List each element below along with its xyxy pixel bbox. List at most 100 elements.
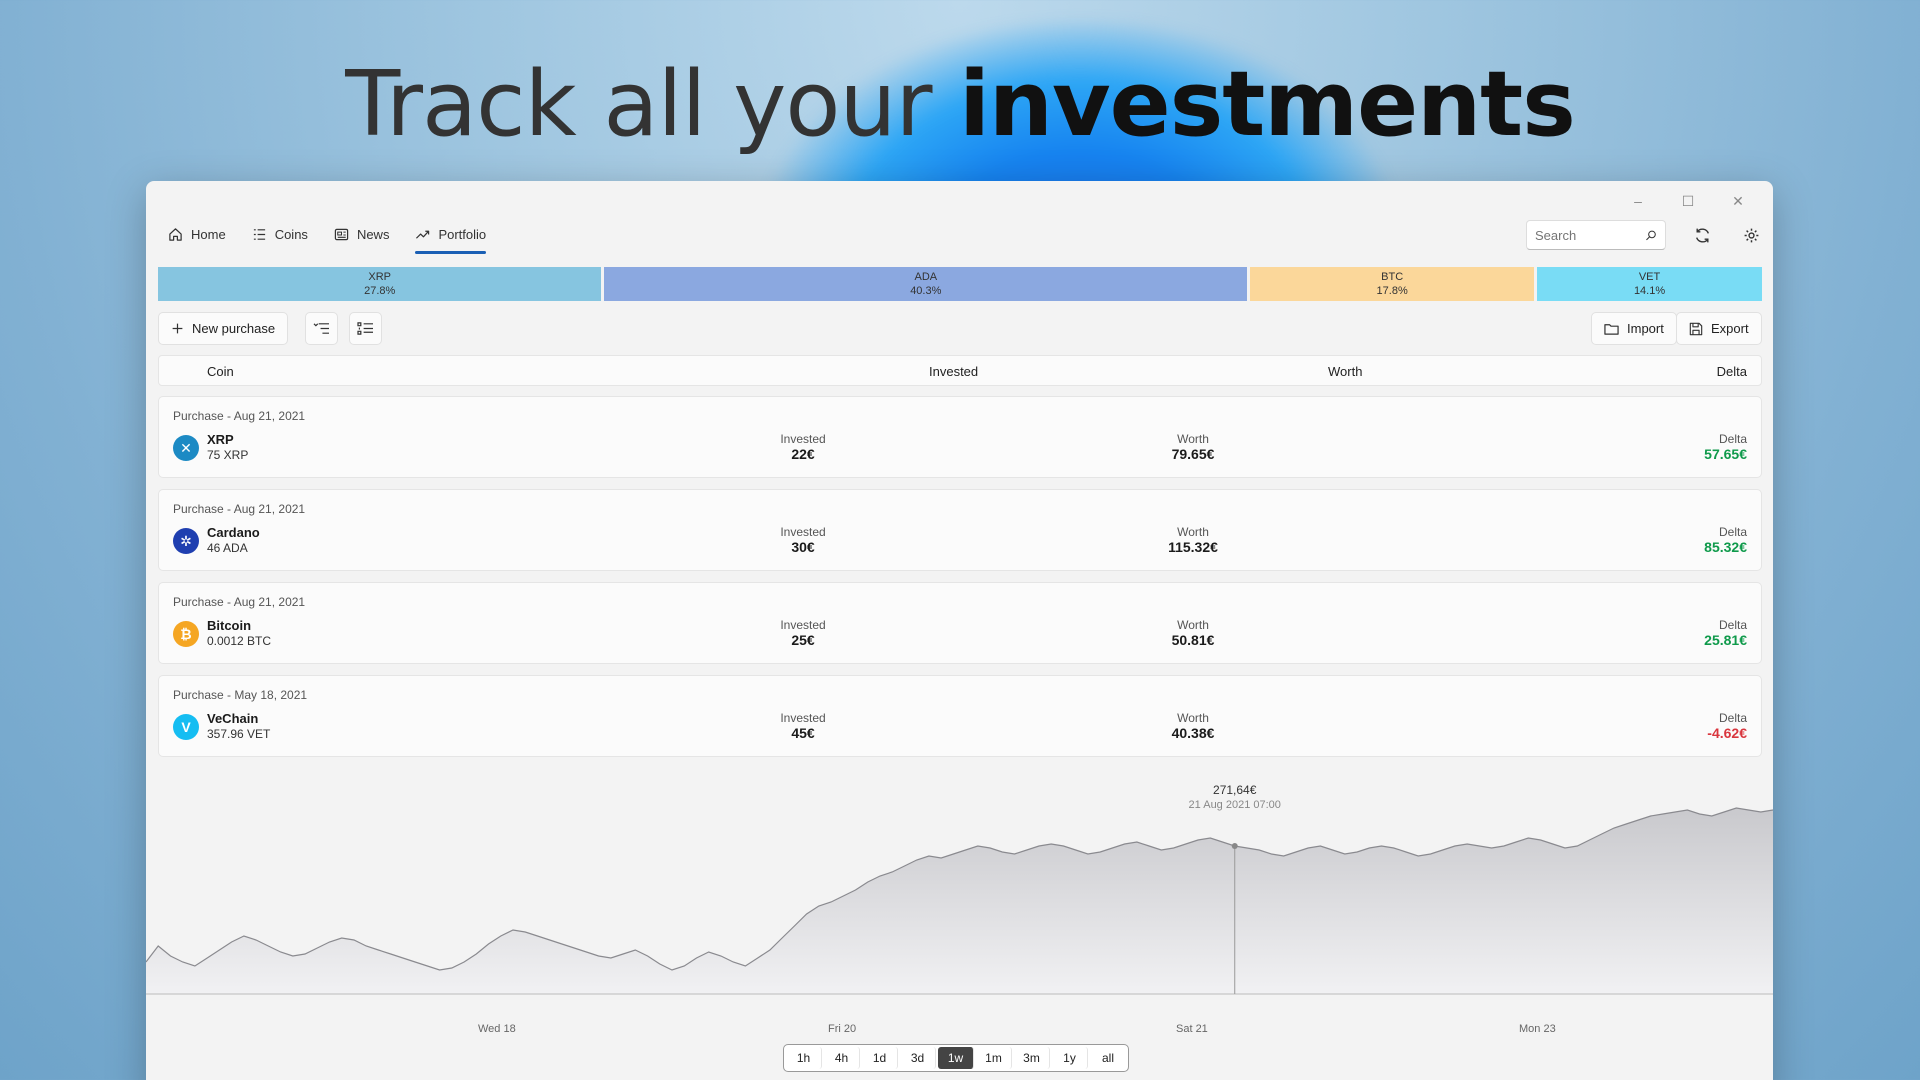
delta-label: Delta bbox=[1718, 525, 1747, 539]
range-4h[interactable]: 4h bbox=[824, 1047, 860, 1069]
coin-name: VeChain bbox=[207, 711, 259, 726]
delta-label: Delta bbox=[1718, 432, 1747, 446]
import-button[interactable]: Import bbox=[1591, 312, 1677, 345]
table-header: Coin Invested Worth Delta bbox=[158, 355, 1762, 386]
delta-cell: Delta 25.81€ bbox=[1704, 618, 1747, 648]
plus-icon bbox=[172, 323, 183, 334]
search-icon bbox=[1646, 230, 1657, 240]
nav-coins[interactable]: Coins bbox=[244, 221, 316, 248]
range-1h[interactable]: 1h bbox=[786, 1047, 822, 1069]
delta-cell: Delta 57.65€ bbox=[1704, 432, 1747, 462]
delta-label: Delta bbox=[1718, 711, 1747, 725]
maximize-button[interactable]: ☐ bbox=[1665, 187, 1711, 215]
coin-amount: 0.0012 BTC bbox=[207, 634, 272, 648]
range-1d[interactable]: 1d bbox=[862, 1047, 898, 1069]
range-3m[interactable]: 3m bbox=[1014, 1047, 1050, 1069]
top-navigation: Home Coins News Portfolio bbox=[160, 221, 494, 254]
worth-value: 115.32€ bbox=[1168, 539, 1218, 555]
news-icon bbox=[334, 228, 349, 241]
nav-home[interactable]: Home bbox=[160, 221, 234, 248]
portfolio-chart bbox=[146, 807, 1773, 995]
range-1y[interactable]: 1y bbox=[1052, 1047, 1088, 1069]
x-tick-label: Wed 18 bbox=[478, 1023, 516, 1035]
delta-cell: Delta -4.62€ bbox=[1707, 711, 1747, 741]
worth-value: 79.65€ bbox=[1171, 446, 1215, 462]
minimize-button[interactable]: – bbox=[1615, 187, 1661, 215]
invested-value: 30€ bbox=[791, 539, 815, 555]
new-purchase-button[interactable]: New purchase bbox=[158, 312, 289, 345]
refresh-button[interactable] bbox=[1687, 220, 1717, 250]
delta-value: -4.62€ bbox=[1707, 725, 1747, 741]
purchase-date: Purchase - Aug 21, 2021 bbox=[173, 502, 306, 516]
column-invested[interactable]: Invested bbox=[929, 364, 978, 379]
worth-value: 50.81€ bbox=[1171, 632, 1215, 648]
x-tick-label: Mon 23 bbox=[1519, 1023, 1556, 1035]
delta-label: Delta bbox=[1718, 618, 1747, 632]
invested-value: 45€ bbox=[791, 725, 815, 741]
worth-label: Worth bbox=[1177, 525, 1209, 539]
purchase-row[interactable]: Purchase - Aug 21, 2021 ₿ Bitcoin 0.0012… bbox=[158, 582, 1762, 664]
worth-cell: Worth 79.65€ bbox=[1133, 432, 1253, 462]
search-box[interactable] bbox=[1526, 220, 1666, 250]
refresh-icon bbox=[1695, 227, 1709, 243]
tooltip-value: 271,64€ bbox=[1213, 783, 1257, 797]
x-tick-label: Fri 20 bbox=[828, 1023, 857, 1035]
coin-amount: 75 XRP bbox=[207, 448, 249, 462]
invested-label: Invested bbox=[780, 432, 826, 446]
close-button[interactable]: ✕ bbox=[1715, 187, 1761, 215]
cardano-icon: ✲ bbox=[173, 528, 199, 554]
worth-cell: Worth 115.32€ bbox=[1133, 525, 1253, 555]
search-input[interactable] bbox=[1535, 227, 1646, 243]
list-icon bbox=[253, 229, 265, 240]
delta-value: 25.81€ bbox=[1704, 632, 1747, 648]
range-1w[interactable]: 1w bbox=[938, 1047, 974, 1069]
allocation-segment-btc[interactable]: BTC 17.8% bbox=[1250, 267, 1535, 301]
range-all[interactable]: all bbox=[1090, 1047, 1126, 1069]
column-delta[interactable]: Delta bbox=[1717, 364, 1747, 379]
purchase-row[interactable]: Purchase - Aug 21, 2021 ✲ Cardano 46 ADA… bbox=[158, 489, 1762, 571]
column-coin[interactable]: Coin bbox=[207, 364, 234, 379]
allocation-bar: XRP 27.8% ADA 40.3% BTC 17.8% VET 14.1% bbox=[158, 267, 1762, 301]
settings-button[interactable] bbox=[1736, 220, 1766, 250]
group-button[interactable] bbox=[349, 312, 382, 345]
delta-value: 85.32€ bbox=[1704, 539, 1747, 555]
coin-name: XRP bbox=[207, 432, 234, 447]
range-1m[interactable]: 1m bbox=[976, 1047, 1012, 1069]
nav-news[interactable]: News bbox=[326, 221, 398, 248]
worth-cell: Worth 50.81€ bbox=[1133, 618, 1253, 648]
purchase-row[interactable]: Purchase - May 18, 2021 V VeChain 357.96… bbox=[158, 675, 1762, 757]
purchase-date: Purchase - Aug 21, 2021 bbox=[173, 409, 306, 423]
sort-icon bbox=[313, 323, 329, 334]
caption-buttons: – ☐ ✕ bbox=[1615, 187, 1761, 215]
delta-cell: Delta 85.32€ bbox=[1704, 525, 1747, 555]
checklist-icon bbox=[357, 322, 373, 335]
gear-icon bbox=[1744, 228, 1758, 242]
export-button[interactable]: Export bbox=[1676, 312, 1762, 345]
worth-label: Worth bbox=[1177, 432, 1209, 446]
purchase-row[interactable]: Purchase - Aug 21, 2021 ✕ XRP 75 XRP Inv… bbox=[158, 396, 1762, 478]
folder-icon bbox=[1604, 323, 1619, 335]
xrp-icon: ✕ bbox=[173, 435, 199, 461]
allocation-segment-vet[interactable]: VET 14.1% bbox=[1537, 267, 1762, 301]
allocation-segment-ada[interactable]: ADA 40.3% bbox=[604, 267, 1248, 301]
nav-portfolio[interactable]: Portfolio bbox=[407, 221, 494, 254]
invested-cell: Invested 45€ bbox=[743, 711, 863, 741]
x-tick-label: Sat 21 bbox=[1176, 1023, 1208, 1035]
worth-label: Worth bbox=[1177, 711, 1209, 725]
sort-button[interactable] bbox=[305, 312, 338, 345]
column-worth[interactable]: Worth bbox=[1328, 364, 1362, 379]
range-3d[interactable]: 3d bbox=[900, 1047, 936, 1069]
home-icon bbox=[169, 228, 182, 241]
vechain-icon: V bbox=[173, 714, 199, 740]
chart-tooltip: 271,64€ 21 Aug 2021 07:00 bbox=[1165, 783, 1305, 811]
invested-label: Invested bbox=[780, 618, 826, 632]
coin-name: Cardano bbox=[207, 525, 260, 540]
trend-icon bbox=[416, 230, 430, 239]
worth-label: Worth bbox=[1177, 618, 1209, 632]
invested-label: Invested bbox=[780, 525, 826, 539]
coin-amount: 357.96 VET bbox=[207, 727, 271, 741]
time-range-selector: 1h 4h 1d 3d 1w 1m 3m 1y all bbox=[783, 1044, 1129, 1072]
allocation-segment-xrp[interactable]: XRP 27.8% bbox=[158, 267, 602, 301]
worth-value: 40.38€ bbox=[1171, 725, 1215, 741]
invested-value: 25€ bbox=[791, 632, 815, 648]
